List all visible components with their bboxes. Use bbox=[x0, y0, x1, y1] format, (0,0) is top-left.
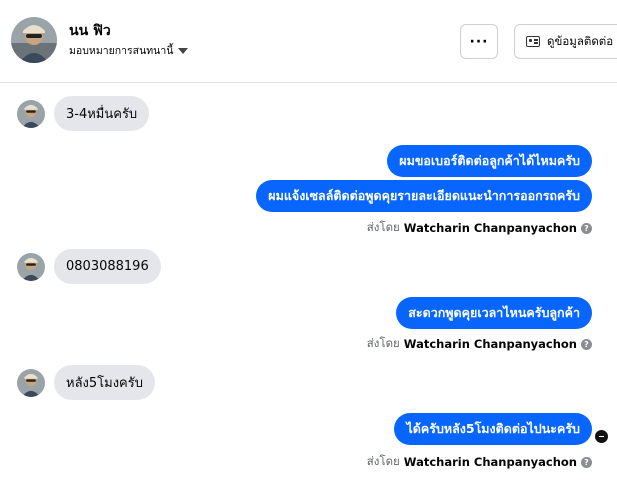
avatar[interactable] bbox=[11, 17, 57, 63]
sent-by-prefix: ส่งโดย bbox=[366, 220, 400, 234]
help-icon[interactable]: ? bbox=[581, 338, 592, 350]
outgoing-message-bubble[interactable]: สะดวกพูดคุยเวลาไหนครับลูกค้า bbox=[396, 297, 592, 329]
message-bubble[interactable]: 3-4หมื่นครับ bbox=[54, 96, 150, 131]
view-contact-button[interactable]: ดูข้อมูลติดต่อ bbox=[514, 24, 617, 59]
avatar[interactable] bbox=[17, 99, 45, 128]
message-bubble[interactable]: 0803088196 bbox=[54, 249, 161, 284]
seen-indicator-icon bbox=[595, 430, 608, 443]
agent-name: Watcharin Chanpanyachon bbox=[403, 455, 577, 469]
outgoing-message-bubble[interactable]: ผมขอเบอร์ติดต่อลูกค้าได้ไหมครับ bbox=[387, 145, 592, 177]
sent-by-line: ส่งโดย Watcharin Chanpanyachon ? bbox=[367, 335, 592, 353]
contact-card-icon bbox=[526, 36, 540, 47]
agent-name: Watcharin Chanpanyachon bbox=[403, 337, 577, 351]
conversation-header: นน ฟิว มอบหมายการสนทนานี้ ··· ดูข้อมูลติ… bbox=[0, 0, 617, 83]
outgoing-message-bubble[interactable]: ผมแจ้งเซลล์ติดต่อพูดคุยรายละเอียดแนะนำกา… bbox=[256, 180, 592, 212]
sent-by-line: ส่งโดย Watcharin Chanpanyachon ? bbox=[367, 453, 592, 471]
help-icon[interactable]: ? bbox=[581, 222, 592, 234]
assign-label: มอบหมายการสนทนานี้ bbox=[69, 45, 174, 57]
outgoing-message-bubble[interactable]: ได้ครับหลัง5โมงติดต่อไปนะครับ bbox=[394, 413, 592, 445]
sent-by-prefix: ส่งโดย bbox=[366, 454, 400, 468]
incoming-message: หลัง5โมงครับ bbox=[17, 365, 155, 400]
agent-name: Watcharin Chanpanyachon bbox=[403, 221, 577, 235]
help-icon[interactable]: ? bbox=[581, 456, 592, 468]
caret-down-icon bbox=[178, 47, 189, 54]
message-bubble[interactable]: หลัง5โมงครับ bbox=[54, 365, 155, 400]
contact-name[interactable]: นน ฟิว bbox=[69, 20, 111, 42]
avatar[interactable] bbox=[17, 252, 45, 281]
sent-by-prefix: ส่งโดย bbox=[366, 336, 400, 350]
incoming-message: 0803088196 bbox=[17, 249, 161, 284]
sent-by-line: ส่งโดย Watcharin Chanpanyachon ? bbox=[367, 219, 592, 237]
assign-conversation-dropdown[interactable]: มอบหมายการสนทนานี้ bbox=[69, 42, 189, 59]
more-options-button[interactable]: ··· bbox=[460, 24, 498, 59]
avatar[interactable] bbox=[17, 368, 45, 397]
view-contact-label: ดูข้อมูลติดต่อ bbox=[547, 33, 614, 48]
incoming-message: 3-4หมื่นครับ bbox=[17, 96, 150, 131]
